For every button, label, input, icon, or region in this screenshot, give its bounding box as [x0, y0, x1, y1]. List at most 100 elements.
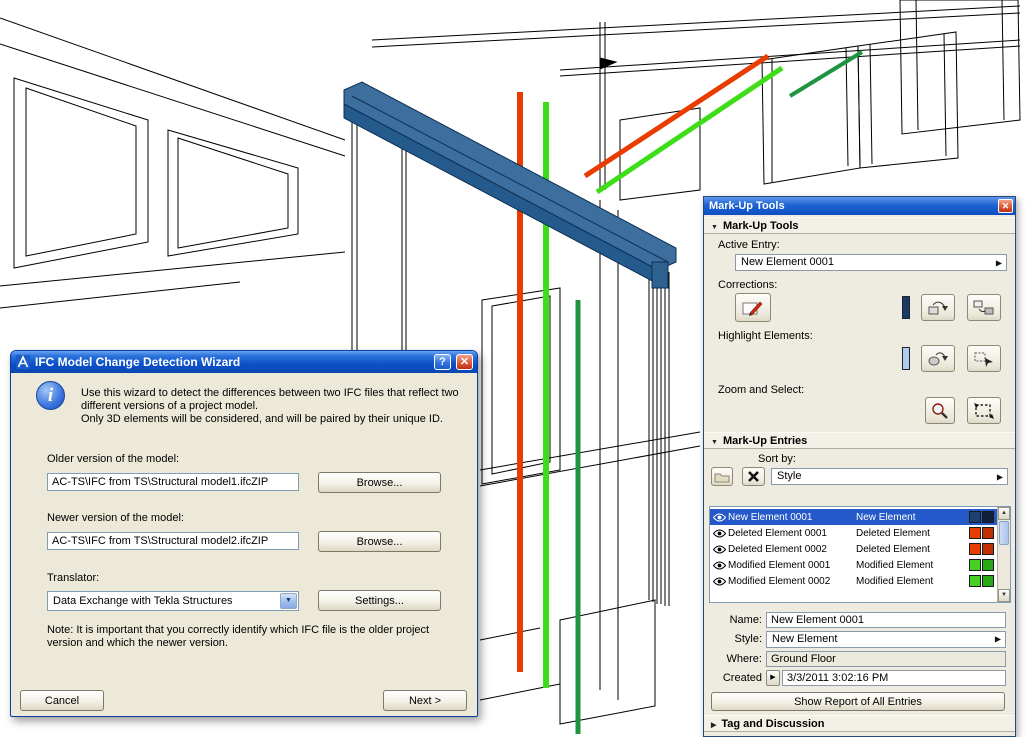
- visibility-eye-icon[interactable]: [713, 577, 728, 586]
- cancel-button[interactable]: Cancel: [20, 690, 104, 711]
- entry-name: New Element 0001: [728, 511, 813, 523]
- close-icon[interactable]: ✕: [456, 354, 473, 370]
- visibility-eye-icon[interactable]: [713, 529, 728, 538]
- entry-swatch-1[interactable]: [969, 527, 981, 539]
- newer-version-label: Newer version of the model:: [47, 512, 184, 524]
- entry-style: Deleted Element: [856, 527, 930, 539]
- visibility-eye-icon[interactable]: [713, 513, 728, 522]
- sort-by-label: Sort by:: [758, 453, 796, 465]
- box-cursor-icon: [974, 352, 993, 367]
- entry-where-field: Ground Floor: [766, 651, 1006, 667]
- entry-row[interactable]: Deleted Element 0002 Deleted Element: [710, 541, 997, 557]
- entry-swatch-2[interactable]: [982, 543, 994, 555]
- entry-style-row: Style: New Element ▶: [704, 630, 1011, 648]
- show-report-button[interactable]: Show Report of All Entries: [711, 692, 1005, 711]
- entry-swatch-1[interactable]: [969, 543, 981, 555]
- zoom-select-label: Zoom and Select:: [718, 384, 805, 396]
- entry-name-field[interactable]: New Element 0001: [766, 612, 1006, 628]
- select-elements-button[interactable]: [967, 397, 1001, 424]
- sort-by-value: Style: [777, 470, 802, 482]
- highlight-remove-button[interactable]: [967, 345, 1001, 372]
- section-title: Tag and Discussion: [721, 717, 825, 730]
- corrections-label: Corrections:: [718, 279, 778, 291]
- entry-swatch-1[interactable]: [969, 511, 981, 523]
- translator-label: Translator:: [47, 572, 100, 584]
- entry-style: Modified Element: [856, 559, 934, 571]
- new-entry-folder-button[interactable]: [711, 467, 733, 486]
- highlight-elements-label: Highlight Elements:: [718, 330, 813, 342]
- entry-swatch-2[interactable]: [982, 575, 994, 587]
- entries-scrollbar[interactable]: ▲ ▼: [997, 507, 1010, 602]
- scroll-thumb[interactable]: [999, 521, 1009, 545]
- zoom-to-entry-button[interactable]: [925, 397, 955, 424]
- transfer-correction-button[interactable]: [967, 294, 1001, 321]
- entry-created-field: 3/3/2011 3:02:16 PM: [782, 670, 1006, 686]
- browse-older-button[interactable]: Browse...: [318, 472, 441, 493]
- add-correction-button[interactable]: [921, 294, 955, 321]
- correction-pencil-icon: [742, 301, 763, 316]
- entry-name: Modified Element 0001: [728, 559, 831, 571]
- scroll-up-icon[interactable]: ▲: [998, 507, 1010, 520]
- wizard-title: IFC Model Change Detection Wizard: [35, 355, 241, 369]
- collapse-icon: [711, 220, 718, 232]
- correction-tool-button[interactable]: [735, 293, 771, 322]
- entry-style-value: New Element: [772, 632, 838, 645]
- boxes-arrow-icon: [973, 300, 994, 315]
- folder-icon: [714, 473, 730, 482]
- entry-row[interactable]: New Element 0001 New Element: [710, 509, 997, 525]
- active-entry-label: Active Entry:: [718, 239, 780, 251]
- scroll-down-icon[interactable]: ▼: [998, 589, 1010, 602]
- entry-style: Deleted Element: [856, 543, 930, 555]
- delete-x-icon: [748, 471, 759, 482]
- sort-by-dropdown[interactable]: Style ▶: [771, 468, 1008, 485]
- entry-swatch-2[interactable]: [982, 559, 994, 571]
- chevron-right-icon: ▶: [994, 634, 1001, 644]
- created-expand-icon[interactable]: ▶: [766, 670, 780, 686]
- section-header-tag-discussion[interactable]: Tag and Discussion: [704, 715, 1015, 732]
- entry-swatch-2[interactable]: [982, 527, 994, 539]
- entry-swatch-1[interactable]: [969, 575, 981, 587]
- entry-swatch-2[interactable]: [982, 511, 994, 523]
- translator-combobox[interactable]: Data Exchange with Tekla Structures ▼: [47, 591, 299, 611]
- browse-newer-button[interactable]: Browse...: [318, 531, 441, 552]
- ifc-change-detection-wizard: IFC Model Change Detection Wizard ? ✕ i …: [10, 350, 478, 717]
- markup-tools-palette: Mark-Up Tools ✕ Mark-Up Tools Active Ent…: [703, 196, 1016, 737]
- entry-row[interactable]: Modified Element 0002 Modified Element: [710, 573, 997, 589]
- intro-line-2: Only 3D elements will be considered, and…: [81, 413, 443, 425]
- info-icon: i: [36, 381, 65, 410]
- older-version-field[interactable]: AC-TS\IFC from TS\Structural model1.ifcZ…: [47, 473, 299, 491]
- help-icon[interactable]: ?: [434, 354, 451, 370]
- visibility-eye-icon[interactable]: [713, 545, 728, 554]
- entry-name: Deleted Element 0001: [728, 527, 827, 539]
- wizard-titlebar[interactable]: IFC Model Change Detection Wizard ? ✕: [11, 351, 477, 373]
- newer-version-field[interactable]: AC-TS\IFC from TS\Structural model2.ifcZ…: [47, 532, 299, 550]
- highlight-color-swatch[interactable]: [902, 347, 910, 370]
- wizard-note-text: Note: It is important that you correctly…: [47, 624, 430, 649]
- settings-button[interactable]: Settings...: [318, 590, 441, 611]
- section-title: Mark-Up Tools: [722, 219, 799, 232]
- intro-line-1: Use this wizard to detect the difference…: [81, 387, 459, 412]
- highlight-add-button[interactable]: [921, 345, 955, 372]
- marquee-select-icon: [974, 402, 994, 419]
- palette-titlebar[interactable]: Mark-Up Tools ✕: [704, 197, 1015, 215]
- active-entry-dropdown[interactable]: New Element 0001 ▶: [735, 254, 1007, 271]
- visibility-eye-icon[interactable]: [713, 561, 728, 570]
- entry-created-row: Created ▶ 3/3/2011 3:02:16 PM: [704, 669, 1011, 687]
- entry-where-row: Where: Ground Floor: [704, 650, 1011, 668]
- chevron-down-icon[interactable]: ▼: [280, 593, 297, 609]
- created-label: Created: [722, 672, 762, 684]
- entry-style-dropdown[interactable]: New Element ▶: [766, 630, 1006, 648]
- entry-name: Deleted Element 0002: [728, 543, 827, 555]
- entry-row[interactable]: Deleted Element 0001 Deleted Element: [710, 525, 997, 541]
- section-header-markup-tools[interactable]: Mark-Up Tools: [704, 217, 1015, 234]
- correction-color-swatch[interactable]: [902, 296, 910, 319]
- entry-row[interactable]: Modified Element 0001 Modified Element: [710, 557, 997, 573]
- where-label: Where:: [726, 653, 762, 665]
- delete-entry-button[interactable]: [742, 467, 765, 486]
- entry-swatch-1[interactable]: [969, 559, 981, 571]
- collapse-icon: [711, 435, 718, 447]
- active-entry-value: New Element 0001: [741, 256, 834, 268]
- next-button[interactable]: Next >: [383, 690, 467, 711]
- section-header-markup-entries[interactable]: Mark-Up Entries: [704, 432, 1015, 449]
- palette-close-icon[interactable]: ✕: [998, 199, 1013, 213]
